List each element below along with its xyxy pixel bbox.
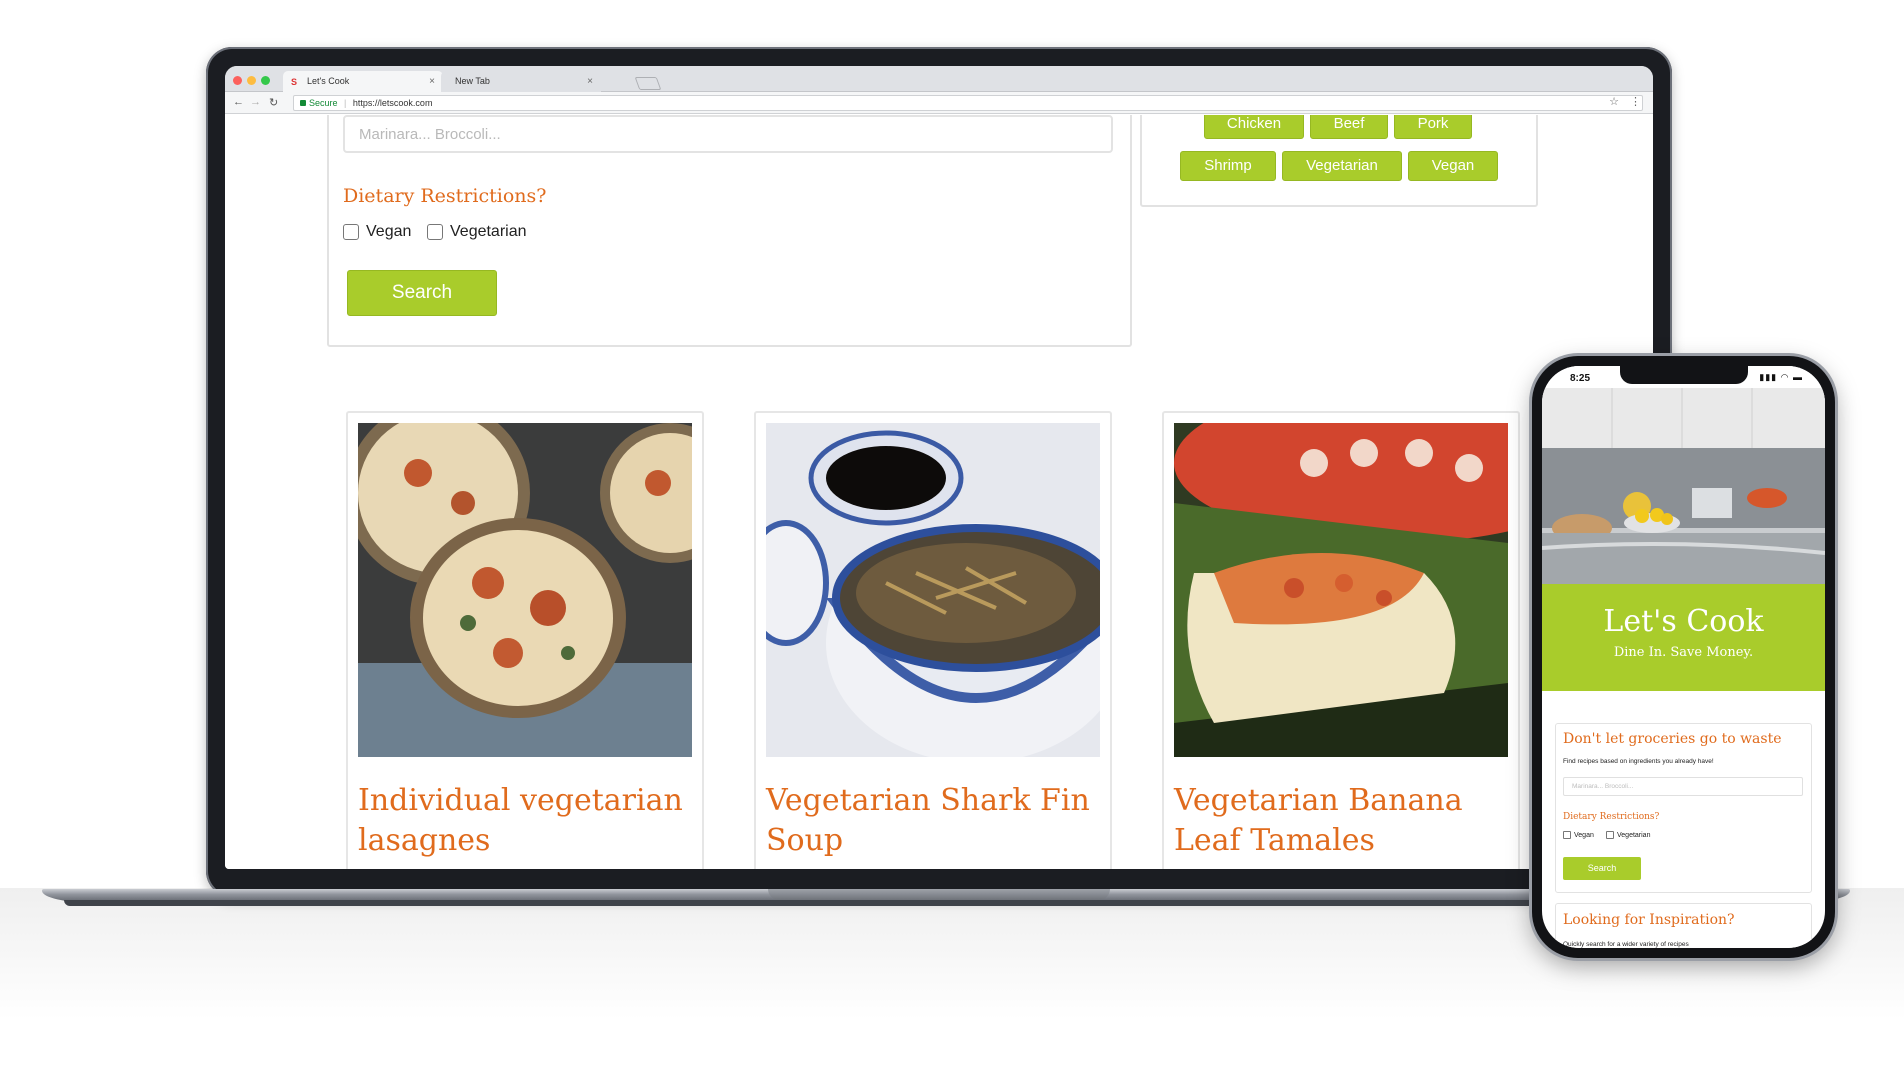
tab-lets-cook[interactable]: S Let's Cook ×	[283, 71, 443, 92]
secure-label: Secure	[309, 98, 338, 108]
maximize-window-icon[interactable]	[261, 76, 270, 85]
vegan-checkbox[interactable]	[343, 224, 359, 240]
inspiration-heading: Looking for Inspiration?	[1563, 912, 1735, 928]
tab-label: Let's Cook	[307, 76, 350, 86]
status-time: 8:25	[1570, 373, 1591, 384]
favicon-icon: S	[291, 77, 298, 87]
mobile-search-button[interactable]: Search	[1563, 857, 1641, 880]
dietary-restrictions-heading: Dietary Restrictions?	[343, 185, 547, 207]
tag-vegan[interactable]: Vegan	[1408, 151, 1498, 181]
brand-title: Let's Cook	[1603, 604, 1764, 639]
recipe-title[interactable]: Vegetarian Shark Fin Soup	[766, 781, 1106, 861]
laptop-hinge-notch	[768, 889, 1110, 900]
recipe-title[interactable]: Vegetarian Banana Leaf Tamales	[1174, 781, 1514, 861]
new-tab-button[interactable]	[634, 77, 662, 90]
reload-icon[interactable]: ↻	[269, 96, 278, 109]
inspiration-tags-card: Chicken Beef Pork Shrimp Vegetarian Vega…	[1140, 115, 1538, 207]
phone-status-bar: 8:25 ▮▮▮ ◠ ▬	[1542, 366, 1825, 388]
vegetarian-checkbox-row[interactable]: Vegetarian	[427, 223, 527, 241]
laptop-screen: S Let's Cook × New Tab × ← → ↻ Secure | …	[225, 66, 1653, 869]
recipe-photo-soup[interactable]	[766, 423, 1100, 757]
mobile-vegan-checkbox[interactable]	[1563, 831, 1571, 839]
kitchen-hero-image	[1542, 388, 1825, 584]
page-viewport: Dietary Restrictions? Vegan Vegetarian S…	[225, 115, 1653, 869]
recipe-photo-tamales[interactable]	[1174, 423, 1508, 757]
recipe-card[interactable]: Individual vegetarian lasagnes	[346, 411, 704, 869]
recipe-title[interactable]: Individual vegetarian lasagnes	[358, 781, 698, 861]
lock-icon	[300, 100, 306, 106]
tag-pork[interactable]: Pork	[1394, 115, 1472, 139]
recipe-card[interactable]: Vegetarian Shark Fin Soup	[754, 411, 1112, 869]
mobile-dietary-heading: Dietary Restrictions?	[1563, 812, 1660, 822]
tag-vegetarian[interactable]: Vegetarian	[1282, 151, 1402, 181]
vegetarian-checkbox[interactable]	[427, 224, 443, 240]
back-arrow-icon[interactable]: ←	[233, 96, 244, 108]
tab-new-tab[interactable]: New Tab ×	[441, 71, 601, 92]
url-text: https://letscook.com	[352, 98, 433, 108]
phone-notch	[1620, 366, 1748, 384]
brand-tagline: Dine In. Save Money.	[1613, 645, 1754, 660]
browser-tab-bar: S Let's Cook × New Tab ×	[225, 66, 1653, 92]
groceries-subtext: Find recipes based on ingredients you al…	[1563, 758, 1714, 765]
recipe-photo-lasagne[interactable]	[358, 423, 692, 757]
close-tab-icon[interactable]: ×	[587, 76, 593, 87]
vegan-checkbox-row[interactable]: Vegan	[343, 223, 411, 241]
brand-banner: Let's Cook Dine In. Save Money.	[1542, 584, 1825, 691]
recipe-card[interactable]: Vegetarian Banana Leaf Tamales	[1162, 411, 1520, 869]
mobile-vegetarian-checkbox-row[interactable]: Vegetarian	[1606, 831, 1650, 839]
ingredients-input[interactable]	[343, 115, 1113, 153]
groceries-heading: Don't let groceries go to waste	[1563, 731, 1782, 747]
mobile-vegetarian-checkbox[interactable]	[1606, 831, 1614, 839]
signal-wifi-battery-icons: ▮▮▮ ◠ ▬	[1759, 372, 1803, 382]
close-tab-icon[interactable]: ×	[429, 76, 435, 87]
address-bar[interactable]: Secure | https://letscook.com	[293, 95, 1643, 111]
browser-toolbar: ← → ↻ Secure | https://letscook.com ☆ ⋮	[225, 92, 1653, 114]
inspiration-subtext: Quickly search for a wider variety of re…	[1563, 941, 1689, 948]
mobile-vegetarian-label: Vegetarian	[1617, 831, 1651, 839]
minimize-window-icon[interactable]	[247, 76, 256, 85]
forward-arrow-icon[interactable]: →	[250, 96, 261, 108]
vegan-label: Vegan	[366, 223, 412, 240]
bookmark-star-icon[interactable]: ☆	[1609, 95, 1619, 108]
mobile-ingredients-input[interactable]: Marinara... Broccoli...	[1563, 777, 1803, 796]
tag-shrimp[interactable]: Shrimp	[1180, 151, 1276, 181]
mobile-search-card: Don't let groceries go to waste Find rec…	[1555, 723, 1812, 893]
tag-beef[interactable]: Beef	[1310, 115, 1388, 139]
search-button[interactable]: Search	[347, 270, 497, 316]
vegetarian-label: Vegetarian	[450, 223, 527, 240]
close-window-icon[interactable]	[233, 76, 242, 85]
tab-label: New Tab	[455, 76, 490, 86]
mobile-vegan-label: Vegan	[1574, 831, 1594, 839]
tag-chicken[interactable]: Chicken	[1204, 115, 1304, 139]
menu-kebab-icon[interactable]: ⋮	[1630, 95, 1641, 108]
phone-screen: 8:25 ▮▮▮ ◠ ▬ Let's Cook Dine In. Save Mo…	[1542, 366, 1825, 948]
ingredient-search-card: Dietary Restrictions? Vegan Vegetarian S…	[327, 115, 1132, 347]
mobile-inspiration-card: Looking for Inspiration? Quickly search …	[1555, 903, 1812, 948]
mobile-vegan-checkbox-row[interactable]: Vegan	[1563, 831, 1594, 839]
